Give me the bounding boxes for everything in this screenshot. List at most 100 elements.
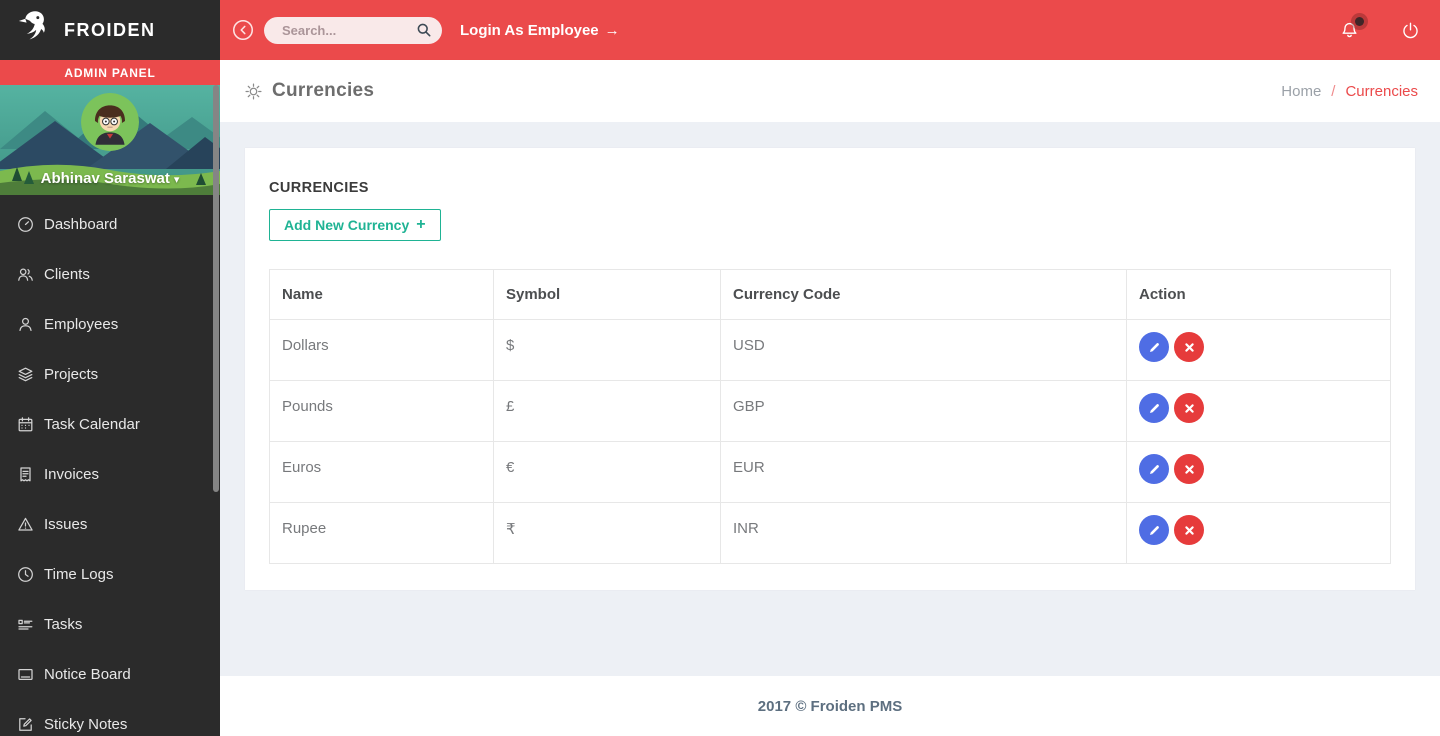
delete-button[interactable] <box>1174 454 1204 484</box>
sidebar-item-label: Tasks <box>44 616 82 633</box>
footer: 2017 © Froiden PMS <box>220 676 1440 736</box>
notice-board-icon <box>17 666 34 683</box>
close-icon <box>1184 464 1195 475</box>
app-window: FROIDEN ADMIN PANEL <box>0 0 1440 736</box>
sidebar-item-task-calendar[interactable]: Task Calendar <box>0 399 220 449</box>
page-title: Currencies <box>272 80 374 102</box>
sidebar-item-tasks[interactable]: Tasks <box>0 599 220 649</box>
sidebar-item-label: Sticky Notes <box>44 716 127 733</box>
time-logs-icon <box>17 566 34 583</box>
content-area: CURRENCIES Add New Currency + NameSymbol… <box>220 122 1440 676</box>
edit-button[interactable] <box>1139 393 1169 423</box>
top-navbar: Login As Employee → <box>220 0 1440 60</box>
pencil-icon <box>1148 402 1161 415</box>
sidebar-item-notice-board[interactable]: Notice Board <box>0 649 220 699</box>
sidebar-item-label: Employees <box>44 316 118 333</box>
table-header-row: NameSymbolCurrency CodeAction <box>270 270 1391 320</box>
tasks-icon <box>17 616 34 633</box>
cell-name: Rupee <box>270 503 494 564</box>
notification-badge <box>1355 17 1364 26</box>
employees-icon <box>17 316 34 333</box>
table-row: Pounds£GBP <box>270 381 1391 442</box>
pencil-icon <box>1148 463 1161 476</box>
cell-symbol: € <box>494 442 721 503</box>
sidebar-item-time-logs[interactable]: Time Logs <box>0 549 220 599</box>
currencies-card: CURRENCIES Add New Currency + NameSymbol… <box>245 148 1415 590</box>
collapse-sidebar-button[interactable] <box>232 19 254 41</box>
sidebar-item-label: Notice Board <box>44 666 131 683</box>
edit-button[interactable] <box>1139 332 1169 362</box>
arrow-right-icon: → <box>605 22 620 39</box>
delete-button[interactable] <box>1174 393 1204 423</box>
task-calendar-icon <box>17 416 34 433</box>
main-area: Login As Employee → Currencies Home / Cu… <box>220 0 1440 736</box>
sidebar-item-label: Dashboard <box>44 216 117 233</box>
sidebar-item-sticky-notes[interactable]: Sticky Notes <box>0 699 220 736</box>
sidebar-item-clients[interactable]: Clients <box>0 249 220 299</box>
sidebar-menu: Dashboard Clients Employees Projects Task Ca… <box>0 195 220 736</box>
sidebar-item-label: Projects <box>44 366 98 383</box>
sidebar-scrollbar[interactable] <box>213 85 219 492</box>
table-row: Euros€EUR <box>270 442 1391 503</box>
clients-icon <box>17 266 34 283</box>
login-as-employee-link[interactable]: Login As Employee → <box>460 22 620 39</box>
sidebar-item-label: Invoices <box>44 466 99 483</box>
logout-power-icon[interactable] <box>1401 21 1420 40</box>
dashboard-icon <box>17 216 34 233</box>
sidebar-item-invoices[interactable]: Invoices <box>0 449 220 499</box>
cell-currency-code: GBP <box>721 381 1127 442</box>
sidebar-item-issues[interactable]: Issues <box>0 499 220 549</box>
breadcrumb-current: Currencies <box>1345 83 1418 100</box>
column-header-symbol: Symbol <box>494 270 721 320</box>
sticky-notes-icon <box>17 716 34 733</box>
delete-button[interactable] <box>1174 515 1204 545</box>
cell-action <box>1127 320 1391 381</box>
column-header-action: Action <box>1127 270 1391 320</box>
copyright-text: 2017 © Froiden PMS <box>758 698 902 715</box>
cell-symbol: £ <box>494 381 721 442</box>
sidebar-item-label: Time Logs <box>44 566 113 583</box>
admin-panel-label: ADMIN PANEL <box>0 60 220 85</box>
cell-action <box>1127 503 1391 564</box>
pencil-icon <box>1148 341 1161 354</box>
breadcrumb: Home / Currencies <box>1281 83 1418 100</box>
cell-symbol: ₹ <box>494 503 721 564</box>
edit-button[interactable] <box>1139 515 1169 545</box>
avatar[interactable] <box>81 93 139 151</box>
breadcrumb-separator: / <box>1331 83 1335 100</box>
column-header-currency-code: Currency Code <box>721 270 1127 320</box>
close-icon <box>1184 403 1195 414</box>
froiden-bird-logo-icon <box>14 8 54 52</box>
delete-button[interactable] <box>1174 332 1204 362</box>
sidebar-item-dashboard[interactable]: Dashboard <box>0 199 220 249</box>
user-profile-section: Abhinav Saraswat▾ <box>0 85 220 195</box>
brand-logo-area[interactable]: FROIDEN <box>0 0 220 60</box>
column-header-name: Name <box>270 270 494 320</box>
close-icon <box>1184 342 1195 353</box>
pencil-icon <box>1148 524 1161 537</box>
cell-name: Dollars <box>270 320 494 381</box>
cell-action <box>1127 381 1391 442</box>
sidebar: FROIDEN ADMIN PANEL <box>0 0 220 736</box>
user-dropdown[interactable]: Abhinav Saraswat▾ <box>0 170 220 187</box>
breadcrumb-home-link[interactable]: Home <box>1281 83 1321 100</box>
table-row: Dollars$USD <box>270 320 1391 381</box>
cell-name: Pounds <box>270 381 494 442</box>
cell-currency-code: INR <box>721 503 1127 564</box>
page-header: Currencies Home / Currencies <box>220 60 1440 122</box>
gear-icon <box>244 82 263 101</box>
sidebar-item-projects[interactable]: Projects <box>0 349 220 399</box>
add-new-currency-button[interactable]: Add New Currency + <box>269 209 441 241</box>
invoices-icon <box>17 466 34 483</box>
sidebar-item-label: Issues <box>44 516 87 533</box>
cell-action <box>1127 442 1391 503</box>
notifications-bell-icon[interactable] <box>1340 21 1359 40</box>
user-name: Abhinav Saraswat <box>41 170 170 187</box>
sidebar-item-label: Task Calendar <box>44 416 140 433</box>
sidebar-item-employees[interactable]: Employees <box>0 299 220 349</box>
search-icon[interactable] <box>416 22 432 38</box>
sidebar-item-label: Clients <box>44 266 90 283</box>
cell-currency-code: EUR <box>721 442 1127 503</box>
edit-button[interactable] <box>1139 454 1169 484</box>
plus-icon: + <box>416 217 425 233</box>
